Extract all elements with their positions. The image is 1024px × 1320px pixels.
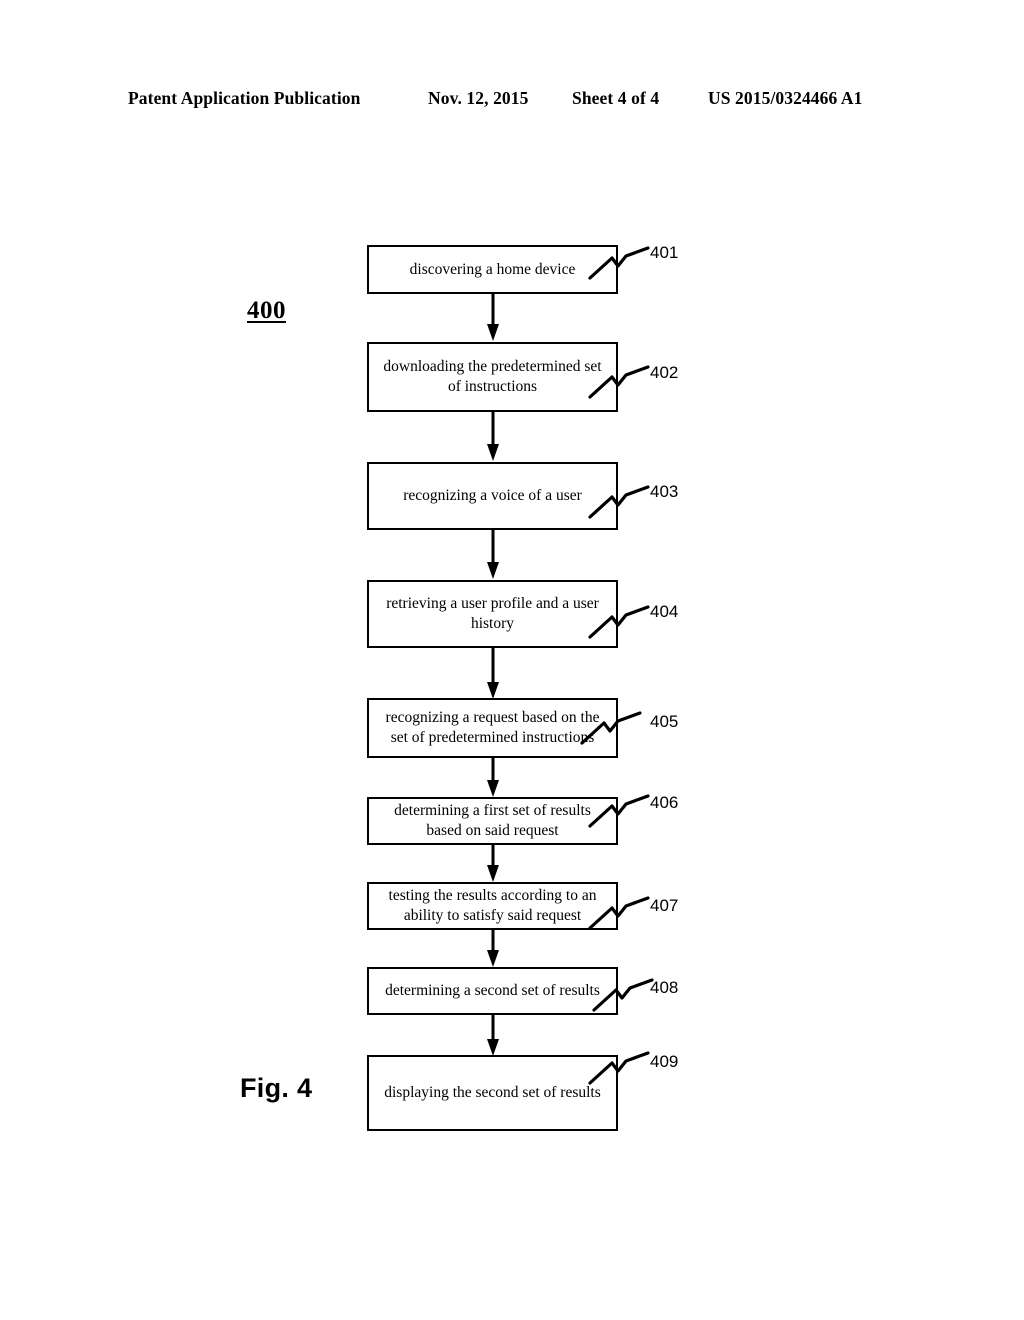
leader-line-401: [588, 246, 650, 280]
ref-number-409: 409: [650, 1052, 679, 1071]
flowchart-figure: 400 discovering a home device 401 downlo…: [0, 0, 1024, 1320]
flow-step-404-text: retrieving a user profile and a user his…: [386, 595, 599, 632]
leader-line-405: [580, 711, 642, 745]
leader-line-409: [588, 1051, 650, 1085]
connector-401-to-402: [486, 294, 500, 342]
figure-id-400: 400: [247, 297, 286, 324]
ref-number-408: 408: [650, 978, 679, 997]
leader-line-407: [588, 896, 650, 930]
flow-step-401-text: discovering a home device: [409, 260, 576, 278]
flow-step-402: downloading the predetermined set of ins…: [367, 342, 618, 412]
ref-number-406: 406: [650, 793, 679, 812]
flow-step-402-text: downloading the predetermined set of ins…: [383, 358, 602, 395]
flow-step-403: recognizing a voice of a user: [367, 462, 618, 530]
connector-404-to-405: [486, 648, 500, 700]
leader-line-406: [588, 794, 650, 828]
leader-line-402: [588, 365, 650, 399]
connector-402-to-403: [486, 412, 500, 462]
figure-caption: Fig. 4: [240, 1073, 313, 1103]
flow-step-409-text: displaying the second set of results: [384, 1084, 601, 1102]
ref-number-405: 405: [650, 712, 679, 731]
flow-step-408: determining a second set of results: [367, 967, 618, 1015]
flow-step-409: displaying the second set of results: [367, 1055, 618, 1131]
flow-step-404: retrieving a user profile and a user his…: [367, 580, 618, 648]
flow-step-407: testing the results according to an abil…: [367, 882, 618, 930]
ref-number-403: 403: [650, 482, 679, 501]
ref-number-401: 401: [650, 243, 679, 262]
flow-step-405-text: recognizing a request based on the set o…: [385, 709, 600, 746]
flow-step-406-text: determining a first set of results based…: [394, 802, 591, 839]
ref-number-407: 407: [650, 896, 679, 915]
leader-line-408: [592, 978, 654, 1012]
connector-408-to-409: [486, 1015, 500, 1057]
leader-line-403: [588, 485, 650, 519]
flow-step-403-text: recognizing a voice of a user: [403, 487, 582, 505]
flow-step-407-text: testing the results according to an abil…: [388, 887, 597, 924]
connector-403-to-404: [486, 530, 500, 580]
ref-number-404: 404: [650, 602, 679, 621]
ref-number-402: 402: [650, 363, 679, 382]
flow-step-401: discovering a home device: [367, 245, 618, 294]
connector-407-to-408: [486, 930, 500, 968]
flow-step-406: determining a first set of results based…: [367, 797, 618, 845]
leader-line-404: [588, 605, 650, 639]
connector-405-to-406: [486, 758, 500, 798]
connector-406-to-407: [486, 845, 500, 883]
flow-step-408-text: determining a second set of results: [385, 982, 600, 1000]
